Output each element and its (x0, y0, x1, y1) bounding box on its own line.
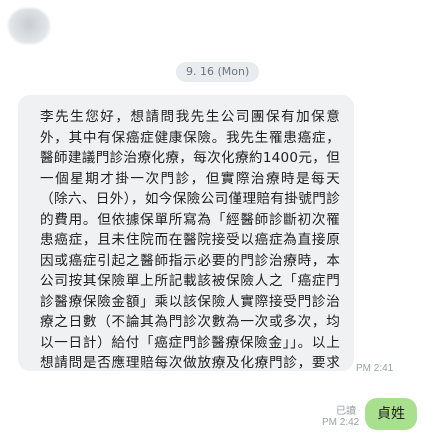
outgoing-message-bubble[interactable]: 貞姓 (365, 398, 417, 430)
contact-avatar[interactable] (8, 8, 50, 44)
date-separator: 9. 16 (Mon) (176, 62, 260, 82)
incoming-message-text: 李先生您好，想請問我先生公司團保有加保意外，其中有保癌症健康保險。我先生罹患癌症… (40, 109, 340, 371)
read-receipt: 已讀 (336, 406, 356, 417)
outgoing-message-text: 貞姓 (377, 406, 405, 422)
incoming-message-bubble[interactable]: 李先生您好，想請問我先生公司團保有加保意外，其中有保癌症健康保險。我先生罹患癌症… (18, 95, 354, 371)
incoming-message-time: PM 2:41 (356, 363, 394, 374)
outgoing-message-time: PM 2:42 (322, 417, 360, 428)
